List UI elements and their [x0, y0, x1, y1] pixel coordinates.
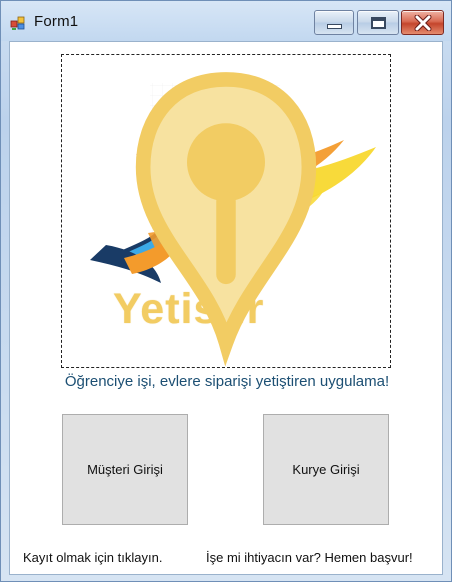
minimize-icon — [326, 24, 342, 29]
courier-login-button[interactable]: Kurye Girişi — [263, 414, 389, 525]
app-icon — [10, 16, 25, 30]
register-link[interactable]: Kayıt olmak için tıklayın. — [23, 550, 162, 565]
title-bar[interactable]: Form1 — [1, 1, 451, 41]
form-client-area: Yetistir Öğrenciye işi, evlere siparişi … — [9, 41, 443, 575]
minimize-button[interactable] — [314, 10, 354, 35]
slogan-label: Öğrenciye işi, evlere siparişi yetiştire… — [64, 373, 390, 390]
close-icon — [414, 14, 431, 31]
apply-link[interactable]: İşe mi ihtiyacın var? Hemen başvur! — [206, 550, 413, 565]
maximize-button[interactable] — [357, 10, 399, 35]
close-button[interactable] — [401, 10, 444, 35]
app-window: Form1 Yetistir Öğrenciye işi, evlere sip… — [0, 0, 452, 582]
location-pin-icon — [135, 72, 317, 367]
customer-login-button[interactable]: Müşteri Girişi — [62, 414, 188, 525]
logo-picturebox: Yetistir — [61, 54, 391, 368]
window-title: Form1 — [34, 13, 79, 30]
maximize-icon — [370, 16, 386, 29]
